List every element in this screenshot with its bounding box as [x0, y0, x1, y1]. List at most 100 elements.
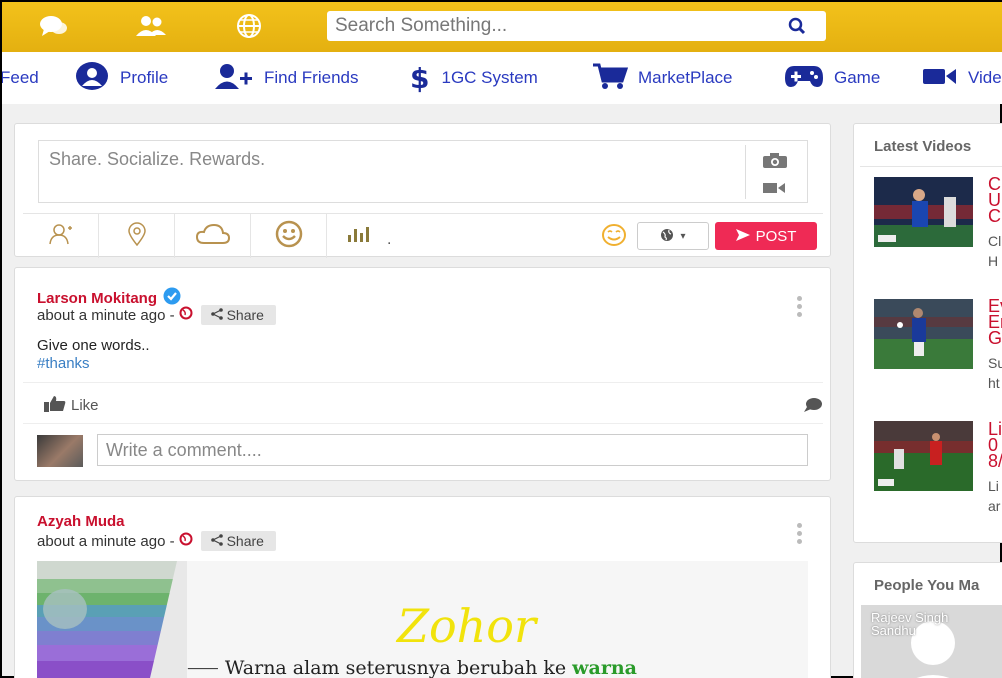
gamepad-icon — [784, 63, 834, 94]
share-button[interactable]: Share — [200, 305, 276, 325]
share-button[interactable]: Share — [200, 531, 276, 551]
composer-toolbar: . ▾ POST — [23, 213, 823, 258]
video-camera-icon[interactable] — [762, 181, 786, 200]
location-pin-icon — [127, 221, 147, 251]
share-icon — [210, 307, 223, 323]
post-time: about a minute ago - — [37, 306, 175, 324]
latest-videos-title: Latest Videos — [874, 138, 972, 155]
comment-icon[interactable] — [803, 397, 823, 418]
media-buttons — [745, 145, 807, 199]
send-icon — [735, 228, 750, 245]
nav-item-marketplace[interactable]: MarketPlace — [592, 62, 733, 95]
bar-chart-icon — [347, 225, 373, 248]
cart-icon — [592, 62, 638, 95]
comment-input[interactable] — [98, 435, 807, 465]
video-description: Cl H — [988, 233, 1002, 269]
cloud-icon — [195, 223, 230, 250]
nav-item-label: Video — [968, 68, 1002, 87]
public-globe-icon — [179, 532, 193, 550]
emoji-button[interactable] — [251, 214, 327, 258]
post-actions: Like — [23, 382, 823, 424]
nav-item-feed[interactable]: Feed — [2, 64, 39, 92]
video-title[interactable]: C U C — [988, 175, 1001, 225]
search-input[interactable] — [327, 11, 767, 41]
post-image[interactable]: Zohor ⸺ Warna alam seterusnya berubah ke… — [37, 561, 808, 678]
video-description: Li ar — [988, 478, 1001, 514]
person-name: Rajeev Singh Sandhu — [871, 610, 949, 638]
post-options-icon[interactable] — [796, 296, 802, 317]
main-nav: Feed Profile Find Friends $ 1GC System M… — [2, 52, 1002, 104]
nav-item-find-friends[interactable]: Find Friends — [214, 63, 358, 94]
public-globe-icon — [179, 306, 193, 324]
author-name: Azyah Muda — [37, 513, 125, 530]
post-card: Azyah Muda about a minute ago - Share Zo… — [14, 496, 831, 678]
post-meta: about a minute ago - Share — [37, 305, 276, 325]
post-composer: . ▾ POST — [14, 123, 831, 258]
comment-box — [97, 434, 808, 466]
users-icon[interactable] — [134, 12, 168, 40]
share-label: Share — [226, 533, 264, 549]
share-icon — [210, 533, 223, 549]
smiley-icon — [275, 220, 303, 253]
divider — [860, 166, 1002, 167]
location-button[interactable] — [99, 214, 175, 258]
tag-user-icon — [48, 223, 73, 250]
privacy-dropdown[interactable]: ▾ — [637, 222, 709, 250]
post-card: Larson Mokitang about a minute ago - Sha… — [14, 267, 831, 481]
video-thumbnail[interactable] — [874, 421, 973, 491]
chevron-down-icon: ▾ — [680, 230, 686, 242]
image-decoration — [37, 561, 187, 678]
post-meta: about a minute ago - Share — [37, 531, 276, 551]
compose-box — [38, 140, 808, 203]
like-label: Like — [71, 397, 99, 414]
nav-item-label: Feed — [2, 68, 39, 87]
image-caption: ⸺ Warna alam seterusnya berubah ke warna — [187, 653, 637, 678]
image-title: Zohor — [397, 599, 536, 653]
user-circle-icon — [74, 61, 120, 96]
post-author[interactable]: Azyah Muda — [37, 513, 125, 530]
video-title[interactable]: Li 0 8/ — [988, 420, 1002, 470]
top-bar — [2, 2, 1002, 52]
share-label: Share — [226, 307, 264, 323]
nav-item-label: MarketPlace — [638, 68, 733, 87]
nav-item-profile[interactable]: Profile — [74, 61, 169, 92]
add-user-icon — [214, 63, 264, 94]
video-icon — [922, 66, 968, 91]
video-thumbnail[interactable] — [874, 299, 973, 369]
author-name: Larson Mokitang — [37, 289, 158, 307]
post-options-icon[interactable] — [796, 523, 802, 544]
latest-videos-panel: Latest Videos C U C Cl H Ev Er G Su ht L… — [853, 123, 1002, 543]
video-thumbnail[interactable] — [874, 177, 973, 247]
like-button[interactable]: Like — [43, 395, 99, 416]
video-title[interactable]: Ev Er G — [988, 297, 1002, 347]
nav-item-game[interactable]: Game — [784, 64, 880, 92]
people-you-may-know-panel: People You Ma Rajeev Singh Sandhu — [853, 562, 1002, 678]
leaf-icon: ⸺ — [187, 657, 219, 678]
search-icon[interactable] — [788, 17, 806, 40]
person-card[interactable]: Rajeev Singh Sandhu — [861, 605, 1002, 678]
image-caption-text: Warna alam seterusnya berubah ke — [224, 657, 567, 678]
poll-button[interactable]: . — [327, 214, 417, 258]
status-textarea[interactable] — [39, 141, 739, 201]
globe-icon — [660, 228, 674, 245]
nav-item-label: 1GC System — [441, 68, 538, 87]
chat-bubbles-icon[interactable] — [36, 12, 70, 40]
avatar — [37, 435, 83, 467]
globe-icon[interactable] — [232, 12, 266, 40]
nav-item-video[interactable]: Video — [922, 64, 1002, 92]
post-button-label: POST — [755, 227, 797, 245]
hashtag-link[interactable]: #thanks — [37, 355, 150, 373]
video-description: Su ht — [988, 355, 1002, 391]
thumbs-up-icon — [43, 395, 67, 416]
people-title: People You Ma — [874, 577, 980, 594]
search-bar — [327, 11, 826, 41]
camera-icon[interactable] — [762, 153, 788, 174]
tag-friends-button[interactable] — [23, 214, 99, 258]
mood-icon[interactable] — [601, 223, 627, 252]
nav-item-label: Profile — [120, 68, 169, 87]
weather-button[interactable] — [175, 214, 251, 258]
post-text: Give one words.. — [37, 337, 150, 354]
post-button[interactable]: POST — [715, 222, 817, 250]
toolbar-dot: . — [387, 231, 392, 248]
nav-item-1gc-system[interactable]: $ 1GC System — [410, 62, 538, 95]
